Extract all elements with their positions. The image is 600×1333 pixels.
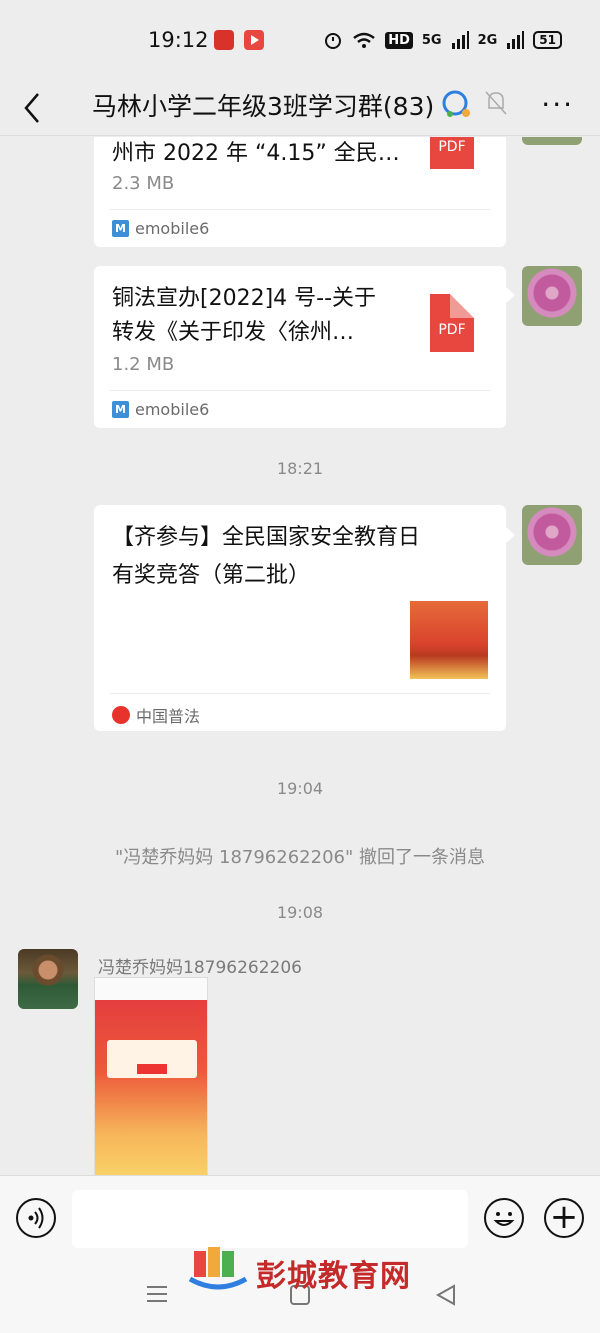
voice-icon bbox=[28, 1207, 44, 1229]
bubble-tail bbox=[506, 287, 515, 303]
file-title-line2: 转发《关于印发〈徐州… bbox=[112, 320, 355, 345]
message-input[interactable] bbox=[72, 1190, 468, 1248]
chat-title[interactable]: 马林小学二年级3班学习群(83) bbox=[92, 87, 434, 123]
sender-avatar[interactable] bbox=[522, 266, 582, 326]
sender-name: 冯楚乔妈妈18796262206 bbox=[98, 958, 302, 978]
sender-avatar[interactable] bbox=[522, 137, 582, 145]
china-pufa-logo-icon bbox=[112, 706, 130, 724]
plus-icon: + bbox=[549, 1197, 579, 1237]
wifi-icon bbox=[353, 32, 375, 48]
file-source-label: emobile6 bbox=[135, 400, 210, 419]
article-message[interactable]: 【齐参与】全民国家安全教育日 有奖竞答（第二批） 中国普法 bbox=[94, 505, 506, 731]
mute-bell-icon bbox=[484, 88, 508, 122]
sender-avatar[interactable] bbox=[18, 949, 78, 1009]
status-time: 19:12 bbox=[148, 28, 209, 52]
file-message[interactable]: 州市 2022 年 “4.15” 全民… 2.3 MB PDF M emobil… bbox=[94, 137, 506, 247]
alarm-icon bbox=[325, 33, 342, 49]
emobile-logo-icon: M bbox=[112, 401, 129, 418]
file-title: 州市 2022 年 “4.15” 全民… bbox=[112, 141, 400, 166]
menu-icon[interactable] bbox=[146, 1283, 168, 1305]
pdf-icon: PDF bbox=[430, 294, 474, 352]
file-size: 2.3 MB bbox=[112, 173, 175, 194]
file-source: M emobile6 bbox=[112, 400, 209, 419]
video-app-icon bbox=[244, 30, 264, 50]
image-message[interactable] bbox=[94, 977, 208, 1175]
app-notification-icon bbox=[214, 30, 234, 50]
article-source-label: 中国普法 bbox=[136, 707, 201, 726]
article-source: 中国普法 bbox=[112, 703, 200, 727]
timestamp: 19:04 bbox=[276, 779, 324, 798]
bubble-tail bbox=[506, 527, 515, 543]
status-bar: 19:12 HD 5G 2G 51 bbox=[0, 0, 600, 78]
divider bbox=[110, 693, 490, 694]
file-source-label: emobile6 bbox=[135, 219, 210, 238]
divider bbox=[110, 209, 490, 210]
back-triangle-icon[interactable] bbox=[434, 1283, 458, 1307]
emobile-logo-icon: M bbox=[112, 220, 129, 237]
article-title-line1: 【齐参与】全民国家安全教育日 bbox=[112, 525, 421, 550]
file-message[interactable]: 铜法宣办[2022]4 号--关于 转发《关于印发〈徐州… 1.2 MB PDF… bbox=[94, 266, 506, 428]
signal-5g-icon: 5G bbox=[421, 32, 442, 48]
article-title-line2: 有奖竞答（第二批） bbox=[112, 563, 311, 588]
watermark-logo bbox=[188, 1247, 248, 1290]
emoji-button[interactable] bbox=[484, 1198, 524, 1238]
battery-icon: 51 bbox=[533, 31, 562, 49]
file-source: M emobile6 bbox=[112, 219, 209, 238]
message-list[interactable]: 州市 2022 年 “4.15” 全民… 2.3 MB PDF M emobil… bbox=[0, 137, 600, 1175]
assistant-icon[interactable] bbox=[440, 88, 474, 126]
hd-icon: HD bbox=[385, 31, 413, 49]
more-functions-button[interactable]: + bbox=[544, 1198, 584, 1238]
pdf-icon: PDF bbox=[430, 137, 474, 169]
sender-avatar[interactable] bbox=[522, 505, 582, 565]
article-thumbnail bbox=[410, 601, 488, 679]
divider bbox=[110, 390, 490, 391]
back-button[interactable] bbox=[18, 86, 48, 126]
recall-notice: "冯楚乔妈妈 18796262206" 撤回了一条消息 bbox=[115, 847, 485, 868]
smiley-icon bbox=[493, 1212, 515, 1226]
timestamp: 18:21 bbox=[276, 459, 324, 478]
file-size: 1.2 MB bbox=[112, 354, 175, 375]
timestamp: 19:08 bbox=[276, 903, 324, 922]
voice-input-button[interactable] bbox=[16, 1198, 56, 1238]
status-icons: HD 5G 2G 51 bbox=[323, 30, 562, 50]
watermark-text: 彭城教育网 bbox=[256, 1259, 411, 1294]
input-bar: + bbox=[0, 1175, 600, 1263]
signal-bars-icon bbox=[451, 31, 469, 49]
chevron-left-icon bbox=[24, 93, 39, 123]
file-title-line1: 铜法宣办[2022]4 号--关于 bbox=[112, 286, 377, 311]
signal-bars-icon-2 bbox=[507, 31, 525, 49]
image-content-button bbox=[137, 1064, 167, 1074]
signal-2g-icon: 2G bbox=[477, 32, 498, 48]
system-nav-bar: 彭城教育网 bbox=[0, 1247, 600, 1333]
more-options-button[interactable]: ··· bbox=[541, 88, 574, 121]
chat-header: 马林小学二年级3班学习群(83) ··· bbox=[0, 78, 600, 136]
